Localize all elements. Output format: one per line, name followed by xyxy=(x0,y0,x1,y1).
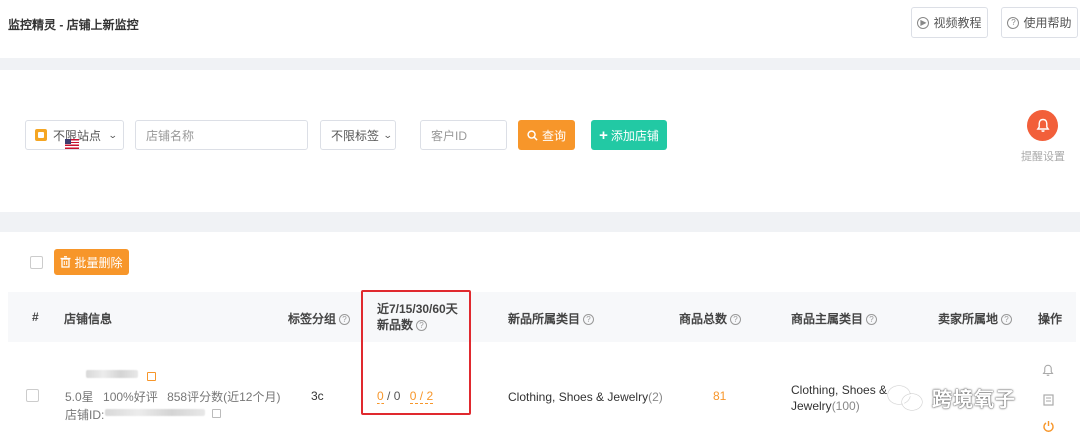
col-seller-location-label: 卖家所属地 xyxy=(938,312,999,326)
watermark-text: 跨境氧子 xyxy=(932,389,1016,411)
video-tutorial-label: 视频教程 xyxy=(933,16,982,30)
store-name-input[interactable]: 店铺名称 xyxy=(135,120,308,150)
total-products[interactable]: 81 xyxy=(713,389,726,403)
main-category-line2: Jewelry xyxy=(791,399,832,413)
table-header: # 店铺信息 标签分组? 近7/15/30/60天 新品数? 新品所属类目? 商品… xyxy=(8,292,1076,342)
main-category-cell: Clothing, Shoes & Jewelry(100) xyxy=(791,382,887,414)
col-actions: 操作 xyxy=(1038,312,1063,326)
help-icon[interactable]: ? xyxy=(1001,314,1013,326)
tag-select-value: 不限标签 xyxy=(331,128,380,143)
external-link-icon[interactable] xyxy=(147,372,156,381)
store-name-placeholder: 店铺名称 xyxy=(146,128,195,143)
batch-delete-button[interactable]: 批量删除 xyxy=(54,249,129,275)
customer-id-placeholder: 客户ID xyxy=(431,128,468,143)
question-icon: ? xyxy=(1007,16,1020,29)
col-index: # xyxy=(32,310,39,324)
query-button[interactable]: 查询 xyxy=(518,120,575,150)
store-rating: 5.0星 100%好评 858评分数(近12个月) xyxy=(65,388,280,405)
bell-icon xyxy=(1035,118,1050,132)
watermark: 跨境氧子 xyxy=(886,383,1016,412)
col-new-category-label: 新品所属类目 xyxy=(508,312,581,326)
store-icon xyxy=(35,129,47,141)
power-icon[interactable] xyxy=(1042,420,1055,433)
customer-id-input[interactable]: 客户ID xyxy=(420,120,507,150)
select-all-checkbox[interactable] xyxy=(30,256,43,269)
chevron-down-icon: ⌄ xyxy=(382,129,393,140)
store-rating-value: 5.0星 xyxy=(65,390,94,404)
col-tag-group: 标签分组? xyxy=(288,310,351,327)
store-reviews-value: 858评分数(近12个月) xyxy=(167,390,281,404)
search-icon xyxy=(527,129,538,141)
help-button[interactable]: ? 使用帮助 xyxy=(1001,7,1078,38)
help-icon[interactable]: ? xyxy=(866,314,878,326)
external-link-icon[interactable] xyxy=(212,409,221,418)
trash-icon xyxy=(60,256,71,268)
new-category-value: Clothing, Shoes & Jewelry xyxy=(508,390,649,404)
store-name-redacted xyxy=(86,370,138,378)
store-id-redacted xyxy=(105,409,205,416)
query-label: 查询 xyxy=(541,128,566,143)
help-icon[interactable]: ? xyxy=(583,314,595,326)
batch-delete-label: 批量删除 xyxy=(74,255,123,270)
col-total-products-label: 商品总数 xyxy=(679,312,728,326)
col-tag-group-label: 标签分组 xyxy=(288,312,337,326)
tag-select[interactable]: 不限标签 ⌄ xyxy=(320,120,396,150)
col-store-info: 店铺信息 xyxy=(64,312,113,326)
store-id-label: 店铺ID: xyxy=(65,408,105,422)
alert-settings-label: 提醒设置 xyxy=(1021,151,1065,163)
plus-icon: + xyxy=(599,126,608,144)
play-icon: ▶ xyxy=(917,16,930,29)
alert-settings-button[interactable] xyxy=(1027,110,1058,141)
main-category-count: (100) xyxy=(831,399,860,413)
help-icon[interactable]: ? xyxy=(730,314,742,326)
new-category-cell: Clothing, Shoes & Jewelry(2) xyxy=(508,390,663,404)
col-new-category: 新品所属类目? xyxy=(508,310,595,327)
filter-bar: 不限站点 ⌄ 店铺名称 不限标签 ⌄ 客户ID 查询 + 添加店铺 提醒设置 xyxy=(0,70,1080,212)
col-total-products: 商品总数? xyxy=(679,310,742,327)
top-bar: 监控精灵 - 店铺上新监控 ▶ 视频教程 ? 使用帮助 xyxy=(0,0,1080,58)
main-category-line1: Clothing, Shoes & xyxy=(791,383,888,397)
add-store-label: 添加店铺 xyxy=(610,128,659,143)
row-checkbox[interactable] xyxy=(26,389,39,402)
document-icon[interactable] xyxy=(1043,394,1054,406)
row-tag: 3c xyxy=(311,389,324,403)
store-positive-value: 100%好评 xyxy=(103,390,158,404)
help-icon[interactable]: ? xyxy=(339,314,351,326)
help-label: 使用帮助 xyxy=(1023,16,1072,30)
col-main-category: 商品主属类目? xyxy=(791,310,878,327)
wechat-logo-icon xyxy=(886,384,926,412)
highlight-box xyxy=(361,290,471,415)
add-store-button[interactable]: + 添加店铺 xyxy=(591,120,667,150)
us-flag-icon xyxy=(65,139,79,149)
col-seller-location: 卖家所属地? xyxy=(938,310,1013,327)
chevron-down-icon: ⌄ xyxy=(107,129,118,140)
page-title: 监控精灵 - 店铺上新监控 xyxy=(8,18,139,32)
new-category-count: (2) xyxy=(648,390,663,404)
col-main-category-label: 商品主属类目 xyxy=(791,312,864,326)
video-tutorial-button[interactable]: ▶ 视频教程 xyxy=(911,7,988,38)
bell-icon[interactable] xyxy=(1042,364,1054,377)
